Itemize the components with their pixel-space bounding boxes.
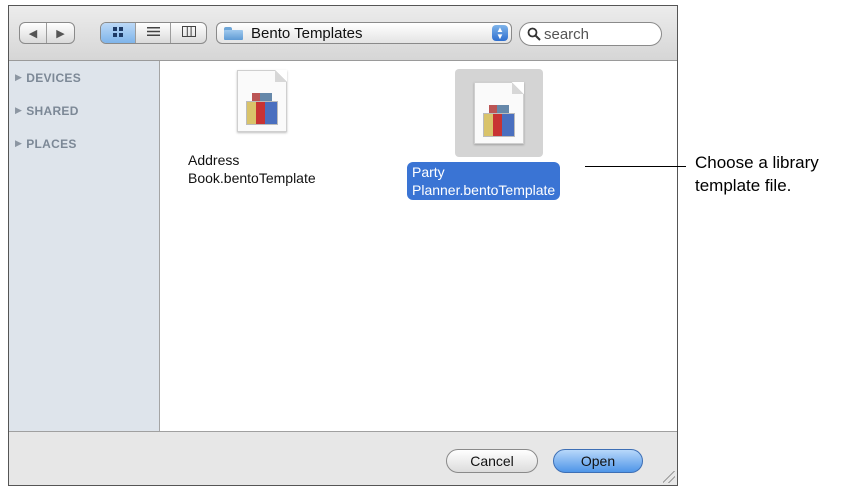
sidebar-item-places[interactable]: ▶ PLACES bbox=[9, 127, 159, 160]
callout-text: Choose a library template file. bbox=[695, 153, 819, 195]
file-browser: Address Book.bentoTemplate Party Planner… bbox=[160, 61, 677, 433]
sidebar-item-label: SHARED bbox=[26, 103, 79, 118]
disclosure-triangle-icon[interactable]: ▶ bbox=[15, 105, 22, 116]
icon-view-icon bbox=[112, 26, 124, 41]
forward-button[interactable]: ▶ bbox=[47, 23, 74, 43]
view-mode-buttons bbox=[100, 22, 207, 44]
column-view-icon bbox=[181, 26, 196, 40]
location-label: Bento Templates bbox=[251, 24, 363, 42]
file-name: Address Book.bentoTemplate bbox=[188, 152, 316, 186]
back-arrow-icon: ◀ bbox=[28, 27, 38, 40]
file-item-address-book[interactable]: Address Book.bentoTemplate bbox=[185, 69, 355, 187]
list-view-icon bbox=[146, 26, 160, 40]
list-view-button[interactable] bbox=[136, 23, 171, 43]
back-button[interactable]: ◀ bbox=[20, 23, 48, 43]
search-icon bbox=[527, 27, 541, 41]
folder-icon bbox=[224, 26, 243, 40]
location-popup[interactable]: Bento Templates ▲ ▼ bbox=[216, 22, 512, 44]
toolbar: ◀ ▶ Bento Templates ▲ ▼ bbox=[9, 6, 677, 61]
template-file-icon bbox=[237, 70, 287, 132]
column-view-button[interactable] bbox=[171, 23, 206, 43]
cancel-button[interactable]: Cancel bbox=[446, 449, 538, 473]
file-icon-wrap-selected bbox=[455, 69, 543, 157]
file-icon-wrap bbox=[230, 69, 294, 133]
open-file-dialog: ◀ ▶ Bento Templates ▲ ▼ search ▶ DEVICES… bbox=[8, 5, 678, 486]
open-button[interactable]: Open bbox=[553, 449, 643, 473]
navigation-buttons: ◀ ▶ bbox=[19, 22, 75, 44]
file-item-party-planner[interactable]: Party Planner.bentoTemplate bbox=[407, 69, 597, 200]
forward-arrow-icon: ▶ bbox=[56, 27, 65, 40]
sidebar: ▶ DEVICES ▶ SHARED ▶ PLACES bbox=[9, 61, 160, 433]
file-name-selected: Party Planner.bentoTemplate bbox=[407, 162, 561, 200]
search-input[interactable] bbox=[544, 25, 654, 43]
sidebar-item-label: PLACES bbox=[26, 136, 77, 151]
search-field[interactable] bbox=[519, 22, 662, 46]
disclosure-triangle-icon[interactable]: ▶ bbox=[15, 72, 22, 83]
disclosure-triangle-icon[interactable]: ▶ bbox=[15, 138, 22, 149]
callout-line bbox=[585, 166, 686, 167]
icon-view-button[interactable] bbox=[101, 23, 136, 43]
template-file-icon bbox=[474, 82, 524, 144]
popup-arrows-icon: ▲ ▼ bbox=[492, 25, 508, 41]
sidebar-item-shared[interactable]: ▶ SHARED bbox=[9, 94, 159, 127]
button-bar: Cancel Open bbox=[9, 431, 677, 485]
sidebar-item-label: DEVICES bbox=[26, 70, 82, 85]
resize-grip-icon[interactable] bbox=[663, 471, 675, 483]
sidebar-item-devices[interactable]: ▶ DEVICES bbox=[9, 61, 159, 94]
